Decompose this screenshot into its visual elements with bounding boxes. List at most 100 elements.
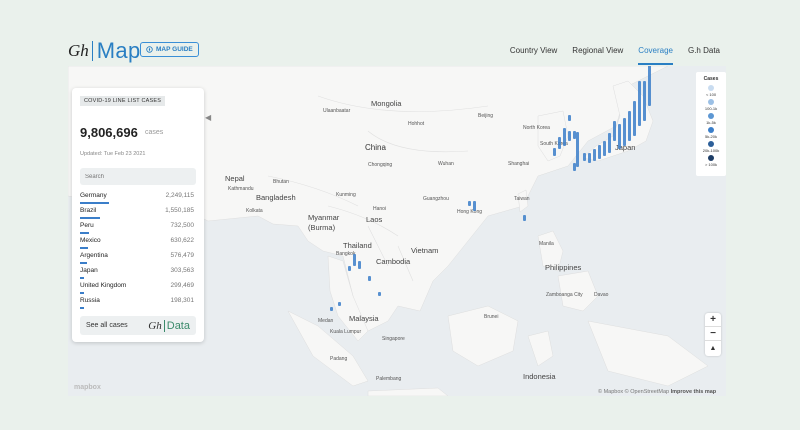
case-bar [638,81,641,126]
case-bar [573,163,576,171]
reset-north-button[interactable]: ▲ [705,341,721,355]
see-all-label: See all cases [86,322,128,329]
case-bar [568,115,571,121]
country-row[interactable]: Peru 732,500 [80,222,194,237]
map-guide-button[interactable]: MAP GUIDE [140,42,199,57]
country-name: Japan [80,267,98,274]
legend-label: 20k-100k [702,148,720,153]
map-label-north-korea: North Korea [523,125,550,131]
country-share-bar [80,292,84,294]
legend-item: 1k-5k [696,113,726,125]
legend-swatch [708,127,714,133]
gh-data-logo-divider [163,319,165,332]
country-share-bar [80,307,84,309]
tab-coverage[interactable]: Coverage [638,44,673,65]
case-bar [593,149,596,161]
top-nav: Country View Regional View Coverage G.h … [510,44,720,65]
zoom-out-button[interactable]: − [705,327,721,341]
map-label-kathmandu: Kathmandu [228,186,254,192]
country-name: Germany [80,192,107,199]
legend-items: < 100 100-1k 1k-5k 5k-20k 20k-100k > 100k [696,85,726,167]
search-input[interactable] [80,168,196,185]
tab-country-view[interactable]: Country View [510,44,557,65]
map-label-kuala-lumpur: Kuala Lumpur [330,329,362,335]
case-bar [583,153,586,161]
map-label-palembang: Palembang [376,376,402,382]
country-row[interactable]: Germany 2,249,115 [80,192,194,207]
country-name: Russia [80,297,100,304]
case-bar [588,153,591,163]
country-cases: 303,563 [170,267,195,274]
case-bar [603,141,606,156]
tab-gh-data[interactable]: G.h Data [688,44,720,65]
legend-label: 1k-5k [706,120,716,125]
legend-item: > 100k [696,155,726,167]
country-row[interactable]: Japan 303,563 [80,267,194,282]
case-bar [608,133,611,153]
country-share-bar [80,202,109,204]
country-row[interactable]: Russia 198,301 [80,297,194,312]
case-bar [368,276,371,281]
map-label-indonesia: Indonesia [523,372,556,381]
case-bar [353,254,356,266]
map-attribution: © Mapbox © OpenStreetMap Improve this ma… [598,389,716,395]
mapbox-logo[interactable]: mapbox [74,384,101,391]
legend-label: 100-1k [704,106,718,111]
legend-swatch [708,99,714,105]
collapse-panel-icon[interactable]: ◀ [205,113,211,122]
cases-legend: Cases < 100 100-1k 1k-5k 5k-20k 20k-100k > 10… [696,72,726,176]
map-label-cambodia: Cambodia [376,257,411,266]
map-label-china: China [365,143,386,152]
case-bar [613,121,616,141]
legend-item: 5k-20k [696,127,726,139]
country-cases: 299,469 [170,282,195,289]
map-label-bhutan: Bhutan [273,179,289,185]
country-row[interactable]: Argentina 576,479 [80,252,194,267]
case-bar [358,261,361,269]
map-label-vietnam: Vietnam [411,246,439,255]
country-cases: 2,249,115 [165,192,194,199]
country-list: Germany 2,249,115 Brazil 1,550,185 Peru 732,5… [80,192,194,312]
site-logo[interactable]: Gh Map [68,38,140,64]
case-bar [378,292,381,296]
map-label-thailand: Thailand [343,241,372,250]
map-label-laos: Laos [366,215,383,224]
map-label-kolkata: Kolkata [246,208,263,214]
map-label-hohhot: Hohhot [408,121,425,127]
map-label-manila: Manila [539,241,554,247]
legend-label: < 100 [705,92,717,97]
map-label-chongqing: Chongqing [368,162,393,168]
map-label-philippines: Philippines [545,263,582,272]
map-label-medan: Medan [318,318,334,324]
country-cases: 1,550,185 [165,207,194,214]
total-cases-unit: cases [145,129,164,136]
case-bar [643,81,646,121]
legend-item: 20k-100k [696,141,726,153]
map-label-ulaanbaatar: Ulaanbaatar [323,108,351,114]
updated-date: Updated: Tue Feb 23 2021 [80,151,146,157]
attribution-text[interactable]: © Mapbox © OpenStreetMap [598,389,669,395]
logo-gh: Gh [68,41,89,60]
map-label-taiwan: Taiwan [514,196,530,202]
total-cases: 9,806,696 [80,125,138,140]
case-bar [568,131,571,141]
gh-data-logo: Gh Data [148,319,190,332]
map-label-mongolia: Mongolia [371,99,402,108]
case-bar [576,132,579,167]
zoom-in-button[interactable]: + [705,313,721,327]
country-row[interactable]: United Kingdom 299,469 [80,282,194,297]
improve-map-link[interactable]: Improve this map [671,389,717,395]
country-share-bar [80,217,100,219]
country-name: Argentina [80,252,108,259]
panel-title: COVID-19 LINE LIST CASES [80,96,166,106]
country-cases: 198,301 [170,297,195,304]
country-row[interactable]: Mexico 630,622 [80,237,194,252]
legend-swatch [708,113,714,119]
tab-regional-view[interactable]: Regional View [572,44,623,65]
see-all-cases-button[interactable]: See all cases Gh Data [80,316,196,335]
legend-item: 100-1k [696,99,726,111]
case-bar [523,215,526,221]
map-label-nepal: Nepal [225,174,245,183]
country-row[interactable]: Brazil 1,550,185 [80,207,194,222]
map-label-hong-kong: Hong Kong [457,209,483,215]
